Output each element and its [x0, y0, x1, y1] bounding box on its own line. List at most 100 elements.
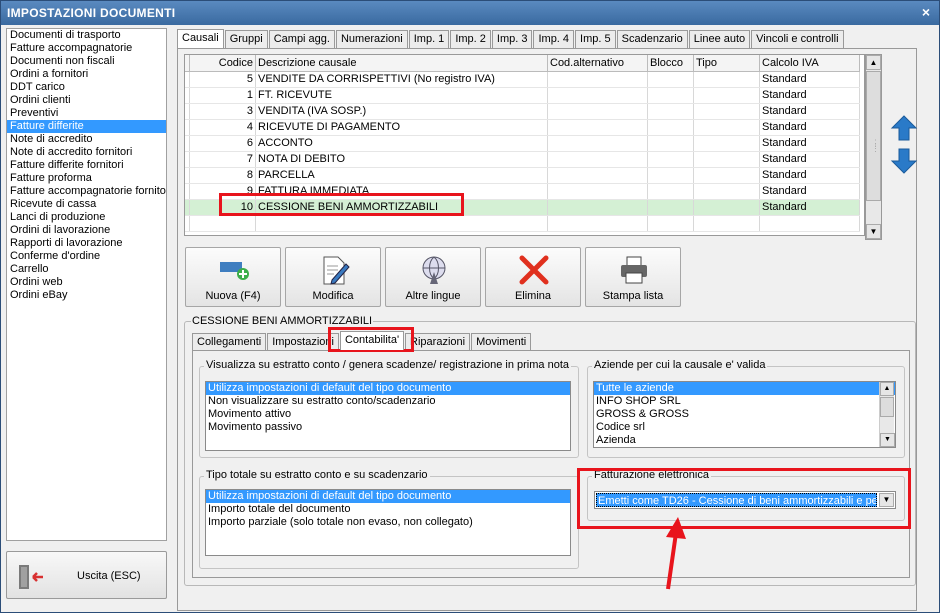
- doc-type-item[interactable]: Preventivi: [7, 107, 166, 120]
- doc-type-item[interactable]: Ordini eBay: [7, 289, 166, 302]
- delete-button[interactable]: Elimina: [485, 247, 581, 307]
- doc-type-item[interactable]: Conferme d'ordine: [7, 250, 166, 263]
- doc-type-item[interactable]: Fatture proforma: [7, 172, 166, 185]
- grid-header[interactable]: Tipo: [693, 55, 760, 72]
- doc-type-item[interactable]: Note di accredito: [7, 133, 166, 146]
- table-row[interactable]: 4 RICEVUTE DI PAGAMENTO Standard: [185, 119, 860, 136]
- close-icon[interactable]: ×: [919, 5, 933, 20]
- list-item[interactable]: Utilizza impostazioni di default del tip…: [206, 490, 570, 503]
- tab-numerazioni[interactable]: Numerazioni: [335, 30, 408, 48]
- tab-vincoli-e-controlli[interactable]: Vincoli e controlli: [751, 30, 844, 48]
- edit-button[interactable]: Modifica: [285, 247, 381, 307]
- doc-type-item[interactable]: Rapporti di lavorazione: [7, 237, 166, 250]
- table-cell: 6: [189, 135, 256, 152]
- move-up-arrow-icon[interactable]: [889, 113, 919, 143]
- table-cell: [693, 135, 760, 152]
- doc-type-item[interactable]: Fatture differite: [7, 120, 166, 133]
- document-type-list[interactable]: Documenti di trasporto Fatture accompagna…: [6, 28, 167, 541]
- list-item[interactable]: INFO SHOP SRL: [594, 395, 895, 408]
- tipo-totale-label: Tipo totale su estratto conto e su scade…: [204, 469, 430, 481]
- scroll-up-icon[interactable]: ▲: [866, 55, 881, 70]
- list-item[interactable]: Movimento passivo: [206, 421, 570, 434]
- doc-type-item[interactable]: Note di accredito fornitori: [7, 146, 166, 159]
- delete-x-icon: [519, 255, 549, 285]
- doc-type-item[interactable]: Fatture accompagnatorie fornito: [7, 185, 166, 198]
- scroll-thumb[interactable]: [866, 71, 881, 201]
- doc-type-item[interactable]: Ordini clienti: [7, 94, 166, 107]
- table-cell: Standard: [759, 183, 860, 200]
- subtab-collegamenti[interactable]: Collegamenti: [192, 333, 267, 350]
- visualizza-listbox[interactable]: Utilizza impostazioni di default del tip…: [205, 381, 571, 451]
- list-item[interactable]: Non visualizzare su estratto conto/scade…: [206, 395, 570, 408]
- table-row[interactable]: 6 ACCONTO Standard: [185, 135, 860, 152]
- subtab-riparazioni[interactable]: Riparazioni: [405, 333, 471, 350]
- grid-header[interactable]: Blocco: [647, 55, 694, 72]
- globe-pin-icon: [422, 256, 446, 284]
- doc-type-item[interactable]: Fatture differite fornitori: [7, 159, 166, 172]
- list-item[interactable]: Tutte le aziende: [594, 382, 895, 395]
- scroll-down-icon[interactable]: ▼: [880, 433, 895, 447]
- aziende-scrollbar[interactable]: ▲ ▼: [879, 382, 895, 447]
- doc-type-item[interactable]: Ordini web: [7, 276, 166, 289]
- list-item[interactable]: Importo parziale (solo totale non evaso,…: [206, 516, 570, 529]
- doc-type-item[interactable]: Documenti di trasporto: [7, 29, 166, 42]
- subtab-contabilita-[interactable]: Contabilita': [339, 331, 405, 350]
- detail-title: CESSIONE BENI AMMORTIZZABILI: [191, 315, 374, 327]
- tab-imp-4[interactable]: Imp. 4: [533, 30, 575, 48]
- move-down-arrow-icon[interactable]: [889, 146, 919, 176]
- doc-type-item[interactable]: Lanci di produzione: [7, 211, 166, 224]
- table-cell: [693, 167, 760, 184]
- list-item[interactable]: Utilizza impostazioni di default del tip…: [206, 382, 570, 395]
- table-row[interactable]: 8 PARCELLA Standard: [185, 167, 860, 184]
- list-item[interactable]: Codice srl: [594, 421, 895, 434]
- scroll-up-icon[interactable]: ▲: [880, 382, 894, 396]
- tab-gruppi[interactable]: Gruppi: [224, 30, 268, 48]
- settings-window: IMPOSTAZIONI DOCUMENTI × Documenti di tr…: [0, 0, 940, 613]
- table-cell: [547, 151, 648, 168]
- list-item[interactable]: Azienda: [594, 434, 895, 447]
- doc-type-item[interactable]: Ordini a fornitori: [7, 68, 166, 81]
- table-cell: [647, 215, 694, 232]
- other-languages-label: Altre lingue: [405, 290, 461, 302]
- grid-header[interactable]: Codice: [189, 55, 256, 72]
- tab-campi-agg-[interactable]: Campi agg.: [268, 30, 335, 48]
- doc-type-item[interactable]: Documenti non fiscali: [7, 55, 166, 68]
- table-cell: [547, 119, 648, 136]
- scroll-thumb[interactable]: [880, 397, 894, 417]
- table-row[interactable]: 5 VENDITE DA CORRISPETTIVI (No registro I…: [185, 71, 860, 88]
- table-row[interactable]: 1 FT. RICEVUTE Standard: [185, 87, 860, 104]
- grid-header[interactable]: Cod.alternativo: [547, 55, 648, 72]
- doc-type-item[interactable]: Ricevute di cassa: [7, 198, 166, 211]
- doc-type-item[interactable]: DDT carico: [7, 81, 166, 94]
- tab-imp-5[interactable]: Imp. 5: [575, 30, 616, 48]
- tab-linee-auto[interactable]: Linee auto: [688, 30, 751, 48]
- table-cell: [647, 103, 694, 120]
- grid-header[interactable]: Descrizione causale: [255, 55, 548, 72]
- list-item[interactable]: Importo totale del documento: [206, 503, 570, 516]
- table-cell: [547, 215, 648, 232]
- tab-scadenzario[interactable]: Scadenzario: [616, 30, 688, 48]
- other-languages-button[interactable]: Altre lingue: [385, 247, 481, 307]
- tab-imp-3[interactable]: Imp. 3: [491, 30, 533, 48]
- table-row[interactable]: 7 NOTA DI DEBITO Standard: [185, 151, 860, 168]
- tipo-totale-listbox[interactable]: Utilizza impostazioni di default del tip…: [205, 489, 571, 556]
- table-cell: [255, 215, 548, 232]
- doc-type-item[interactable]: Fatture accompagnatorie: [7, 42, 166, 55]
- aziende-listbox[interactable]: Tutte le aziende INFO SHOP SRL GROSS & GRO…: [593, 381, 896, 448]
- table-row[interactable]: 3 VENDITA (IVA SOSP.) Standard: [185, 103, 860, 120]
- tab-imp-2[interactable]: Imp. 2: [450, 30, 491, 48]
- grid-header[interactable]: Calcolo IVA: [759, 55, 860, 72]
- new-button[interactable]: Nuova (F4): [185, 247, 281, 307]
- scroll-down-icon[interactable]: ▼: [866, 224, 881, 239]
- table-cell: Standard: [759, 135, 860, 152]
- table-cell: [759, 215, 860, 232]
- list-item[interactable]: GROSS & GROSS: [594, 408, 895, 421]
- subtab-movimenti[interactable]: Movimenti: [471, 333, 532, 350]
- print-list-button[interactable]: Stampa lista: [585, 247, 681, 307]
- tab-causali[interactable]: Causali: [177, 29, 224, 48]
- doc-type-item[interactable]: Carrello: [7, 263, 166, 276]
- tab-imp-1[interactable]: Imp. 1: [408, 30, 450, 48]
- exit-button[interactable]: Uscita (ESC): [6, 551, 167, 599]
- doc-type-item[interactable]: Ordini di lavorazione: [7, 224, 166, 237]
- list-item[interactable]: Movimento attivo: [206, 408, 570, 421]
